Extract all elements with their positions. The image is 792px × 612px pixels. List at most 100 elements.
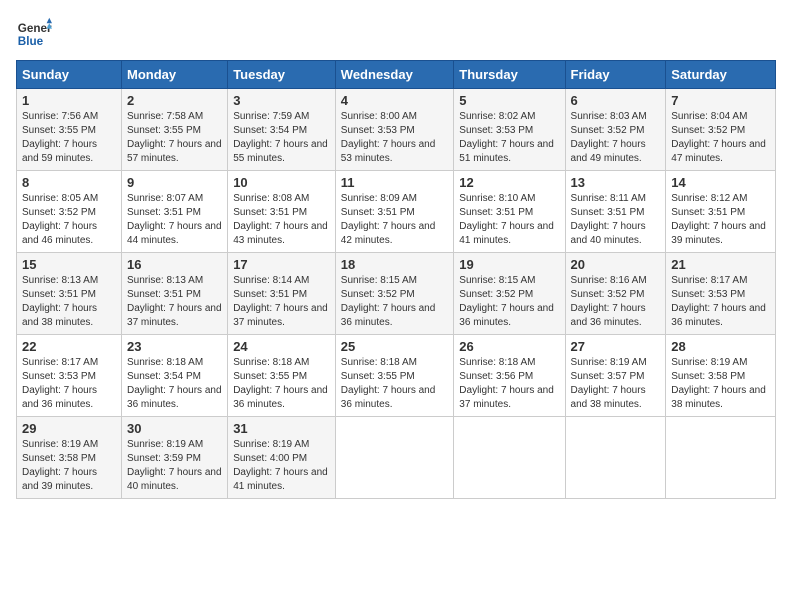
calendar-cell: 3Sunrise: 7:59 AMSunset: 3:54 PMDaylight… [228,89,336,171]
day-info: Sunrise: 8:05 AMSunset: 3:52 PMDaylight:… [22,192,116,248]
day-number: 7 [671,93,770,108]
day-number: 14 [671,175,770,190]
day-number: 31 [233,421,330,436]
day-number: 2 [127,93,222,108]
day-number: 18 [341,257,449,272]
calendar-cell: 23 Sunrise: 8:18 AMSunset: 3:54 PMDayligh… [122,335,228,417]
calendar-cell: 18 Sunrise: 8:15 AMSunset: 3:52 PMDayligh… [335,253,454,335]
day-number: 11 [341,175,449,190]
day-number: 12 [459,175,559,190]
calendar-cell: 5Sunrise: 8:02 AMSunset: 3:53 PMDaylight… [454,89,565,171]
calendar-cell: 26Sunrise: 8:18 AMSunset: 3:56 PMDayligh… [454,335,565,417]
day-number: 28 [671,339,770,354]
calendar-cell [666,417,776,499]
day-info: Sunrise: 8:12 AMSunset: 3:51 PMDaylight:… [671,192,770,248]
calendar-cell: 13Sunrise: 8:11 AMSunset: 3:51 PMDayligh… [565,171,666,253]
day-number: 4 [341,93,449,108]
day-info: Sunrise: 8:19 AMSunset: 3:57 PMDaylight:… [571,356,661,412]
week-row-2: 8 Sunrise: 8:05 AMSunset: 3:52 PMDaylight… [17,171,776,253]
day-info: Sunrise: 8:18 AMSunset: 3:56 PMDaylight:… [459,356,559,412]
page-header: General Blue [16,16,776,52]
column-header-tuesday: Tuesday [228,61,336,89]
calendar-cell: 27 Sunrise: 8:19 AMSunset: 3:57 PMDayligh… [565,335,666,417]
day-number: 17 [233,257,330,272]
day-number: 29 [22,421,116,436]
calendar-cell: 24 Sunrise: 8:18 AMSunset: 3:55 PMDayligh… [228,335,336,417]
calendar-cell [335,417,454,499]
day-info: Sunrise: 8:17 AMSunset: 3:53 PMDaylight:… [671,274,770,330]
svg-text:General: General [18,22,52,35]
column-header-saturday: Saturday [666,61,776,89]
calendar-cell: 6 Sunrise: 8:03 AMSunset: 3:52 PMDaylight… [565,89,666,171]
day-number: 16 [127,257,222,272]
header-row: SundayMondayTuesdayWednesdayThursdayFrid… [17,61,776,89]
day-info: Sunrise: 8:07 AMSunset: 3:51 PMDaylight:… [127,192,222,248]
column-header-monday: Monday [122,61,228,89]
day-number: 13 [571,175,661,190]
calendar-cell: 28 Sunrise: 8:19 AMSunset: 3:58 PMDayligh… [666,335,776,417]
day-info: Sunrise: 8:19 AMSunset: 3:59 PMDaylight:… [127,438,222,494]
calendar-cell: 12 Sunrise: 8:10 AMSunset: 3:51 PMDayligh… [454,171,565,253]
day-info: Sunrise: 8:08 AMSunset: 3:51 PMDaylight:… [233,192,330,248]
day-number: 27 [571,339,661,354]
day-info: Sunrise: 8:18 AMSunset: 3:54 PMDaylight:… [127,356,222,412]
calendar-cell: 17Sunrise: 8:14 AMSunset: 3:51 PMDayligh… [228,253,336,335]
svg-text:Blue: Blue [18,35,44,48]
calendar-cell [565,417,666,499]
calendar-cell: 2 Sunrise: 7:58 AMSunset: 3:55 PMDaylight… [122,89,228,171]
calendar-table: SundayMondayTuesdayWednesdayThursdayFrid… [16,60,776,499]
calendar-cell: 20 Sunrise: 8:16 AMSunset: 3:52 PMDayligh… [565,253,666,335]
day-info: Sunrise: 8:13 AMSunset: 3:51 PMDaylight:… [22,274,116,330]
calendar-cell: 11Sunrise: 8:09 AMSunset: 3:51 PMDayligh… [335,171,454,253]
calendar-cell: 30Sunrise: 8:19 AMSunset: 3:59 PMDayligh… [122,417,228,499]
day-info: Sunrise: 8:02 AMSunset: 3:53 PMDaylight:… [459,110,559,166]
day-info: Sunrise: 8:10 AMSunset: 3:51 PMDaylight:… [459,192,559,248]
day-number: 8 [22,175,116,190]
calendar-cell: 15 Sunrise: 8:13 AMSunset: 3:51 PMDayligh… [17,253,122,335]
day-info: Sunrise: 8:13 AMSunset: 3:51 PMDaylight:… [127,274,222,330]
day-info: Sunrise: 8:04 AMSunset: 3:52 PMDaylight:… [671,110,770,166]
day-number: 6 [571,93,661,108]
week-row-4: 22Sunrise: 8:17 AMSunset: 3:53 PMDayligh… [17,335,776,417]
calendar-cell: 19 Sunrise: 8:15 AMSunset: 3:52 PMDayligh… [454,253,565,335]
day-info: Sunrise: 8:18 AMSunset: 3:55 PMDaylight:… [233,356,330,412]
day-info: Sunrise: 7:59 AMSunset: 3:54 PMDaylight:… [233,110,330,166]
calendar-cell: 16 Sunrise: 8:13 AMSunset: 3:51 PMDayligh… [122,253,228,335]
calendar-cell: 8 Sunrise: 8:05 AMSunset: 3:52 PMDaylight… [17,171,122,253]
day-info: Sunrise: 8:19 AMSunset: 3:58 PMDaylight:… [671,356,770,412]
calendar-cell: 25 Sunrise: 8:18 AMSunset: 3:55 PMDayligh… [335,335,454,417]
day-info: Sunrise: 8:03 AMSunset: 3:52 PMDaylight:… [571,110,661,166]
day-info: Sunrise: 8:19 AMSunset: 3:58 PMDaylight:… [22,438,116,494]
day-number: 20 [571,257,661,272]
day-info: Sunrise: 8:16 AMSunset: 3:52 PMDaylight:… [571,274,661,330]
calendar-cell: 10 Sunrise: 8:08 AMSunset: 3:51 PMDayligh… [228,171,336,253]
column-header-wednesday: Wednesday [335,61,454,89]
day-info: Sunrise: 8:00 AMSunset: 3:53 PMDaylight:… [341,110,449,166]
logo-icon: General Blue [16,16,52,52]
day-info: Sunrise: 8:17 AMSunset: 3:53 PMDaylight:… [22,356,116,412]
day-number: 24 [233,339,330,354]
day-info: Sunrise: 7:56 AMSunset: 3:55 PMDaylight:… [22,110,116,166]
day-number: 10 [233,175,330,190]
day-info: Sunrise: 8:19 AMSunset: 4:00 PMDaylight:… [233,438,330,494]
logo: General Blue [16,16,52,52]
day-number: 21 [671,257,770,272]
day-info: Sunrise: 8:18 AMSunset: 3:55 PMDaylight:… [341,356,449,412]
calendar-cell: 4 Sunrise: 8:00 AMSunset: 3:53 PMDaylight… [335,89,454,171]
column-header-sunday: Sunday [17,61,122,89]
day-info: Sunrise: 8:15 AMSunset: 3:52 PMDaylight:… [459,274,559,330]
column-header-friday: Friday [565,61,666,89]
day-number: 15 [22,257,116,272]
day-number: 23 [127,339,222,354]
day-number: 25 [341,339,449,354]
calendar-cell: 7 Sunrise: 8:04 AMSunset: 3:52 PMDaylight… [666,89,776,171]
column-header-thursday: Thursday [454,61,565,89]
calendar-cell: 29 Sunrise: 8:19 AMSunset: 3:58 PMDayligh… [17,417,122,499]
calendar-cell: 21 Sunrise: 8:17 AMSunset: 3:53 PMDayligh… [666,253,776,335]
day-number: 19 [459,257,559,272]
day-number: 1 [22,93,116,108]
day-info: Sunrise: 7:58 AMSunset: 3:55 PMDaylight:… [127,110,222,166]
day-info: Sunrise: 8:15 AMSunset: 3:52 PMDaylight:… [341,274,449,330]
calendar-cell: 22Sunrise: 8:17 AMSunset: 3:53 PMDayligh… [17,335,122,417]
week-row-5: 29 Sunrise: 8:19 AMSunset: 3:58 PMDayligh… [17,417,776,499]
